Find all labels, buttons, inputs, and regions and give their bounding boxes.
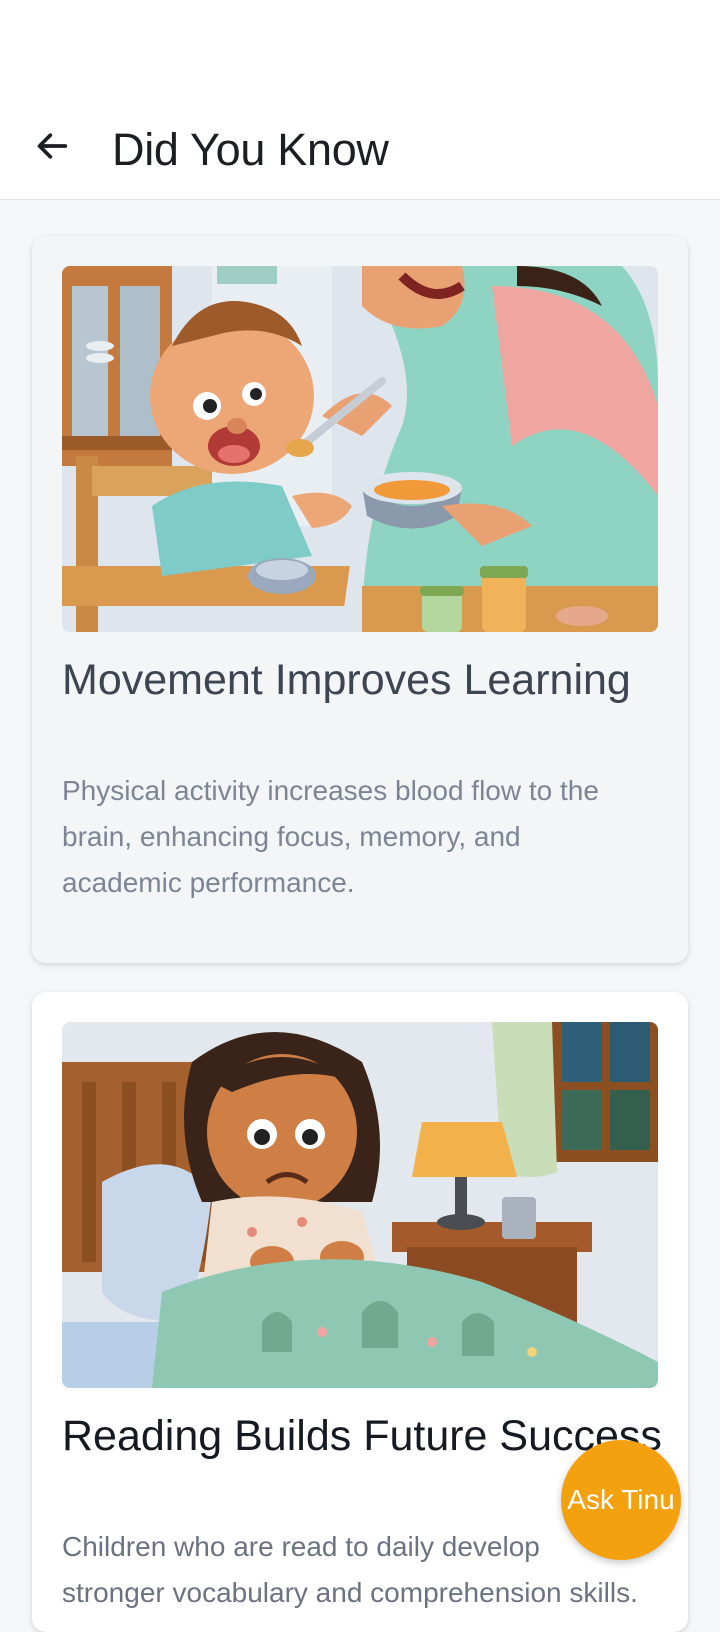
card-title: Reading Builds Future Success bbox=[62, 1412, 662, 1460]
card-illustration-feeding bbox=[62, 266, 658, 632]
page-title: Did You Know bbox=[112, 124, 389, 175]
app-bar: Did You Know bbox=[0, 96, 720, 200]
card-description: Physical activity increases blood flow t… bbox=[62, 775, 599, 898]
card-illustration-bedtime bbox=[62, 1022, 658, 1388]
back-button[interactable] bbox=[24, 118, 80, 174]
fact-card-movement[interactable]: Movement Improves Learning Physical acti… bbox=[32, 236, 688, 963]
ask-tinu-button[interactable]: Ask Tinu bbox=[561, 1440, 681, 1560]
status-bar-area bbox=[0, 0, 720, 96]
arrow-left-icon bbox=[37, 133, 68, 159]
card-title: Movement Improves Learning bbox=[62, 656, 631, 704]
card-description: Children who are read to daily develop s… bbox=[62, 1531, 638, 1608]
